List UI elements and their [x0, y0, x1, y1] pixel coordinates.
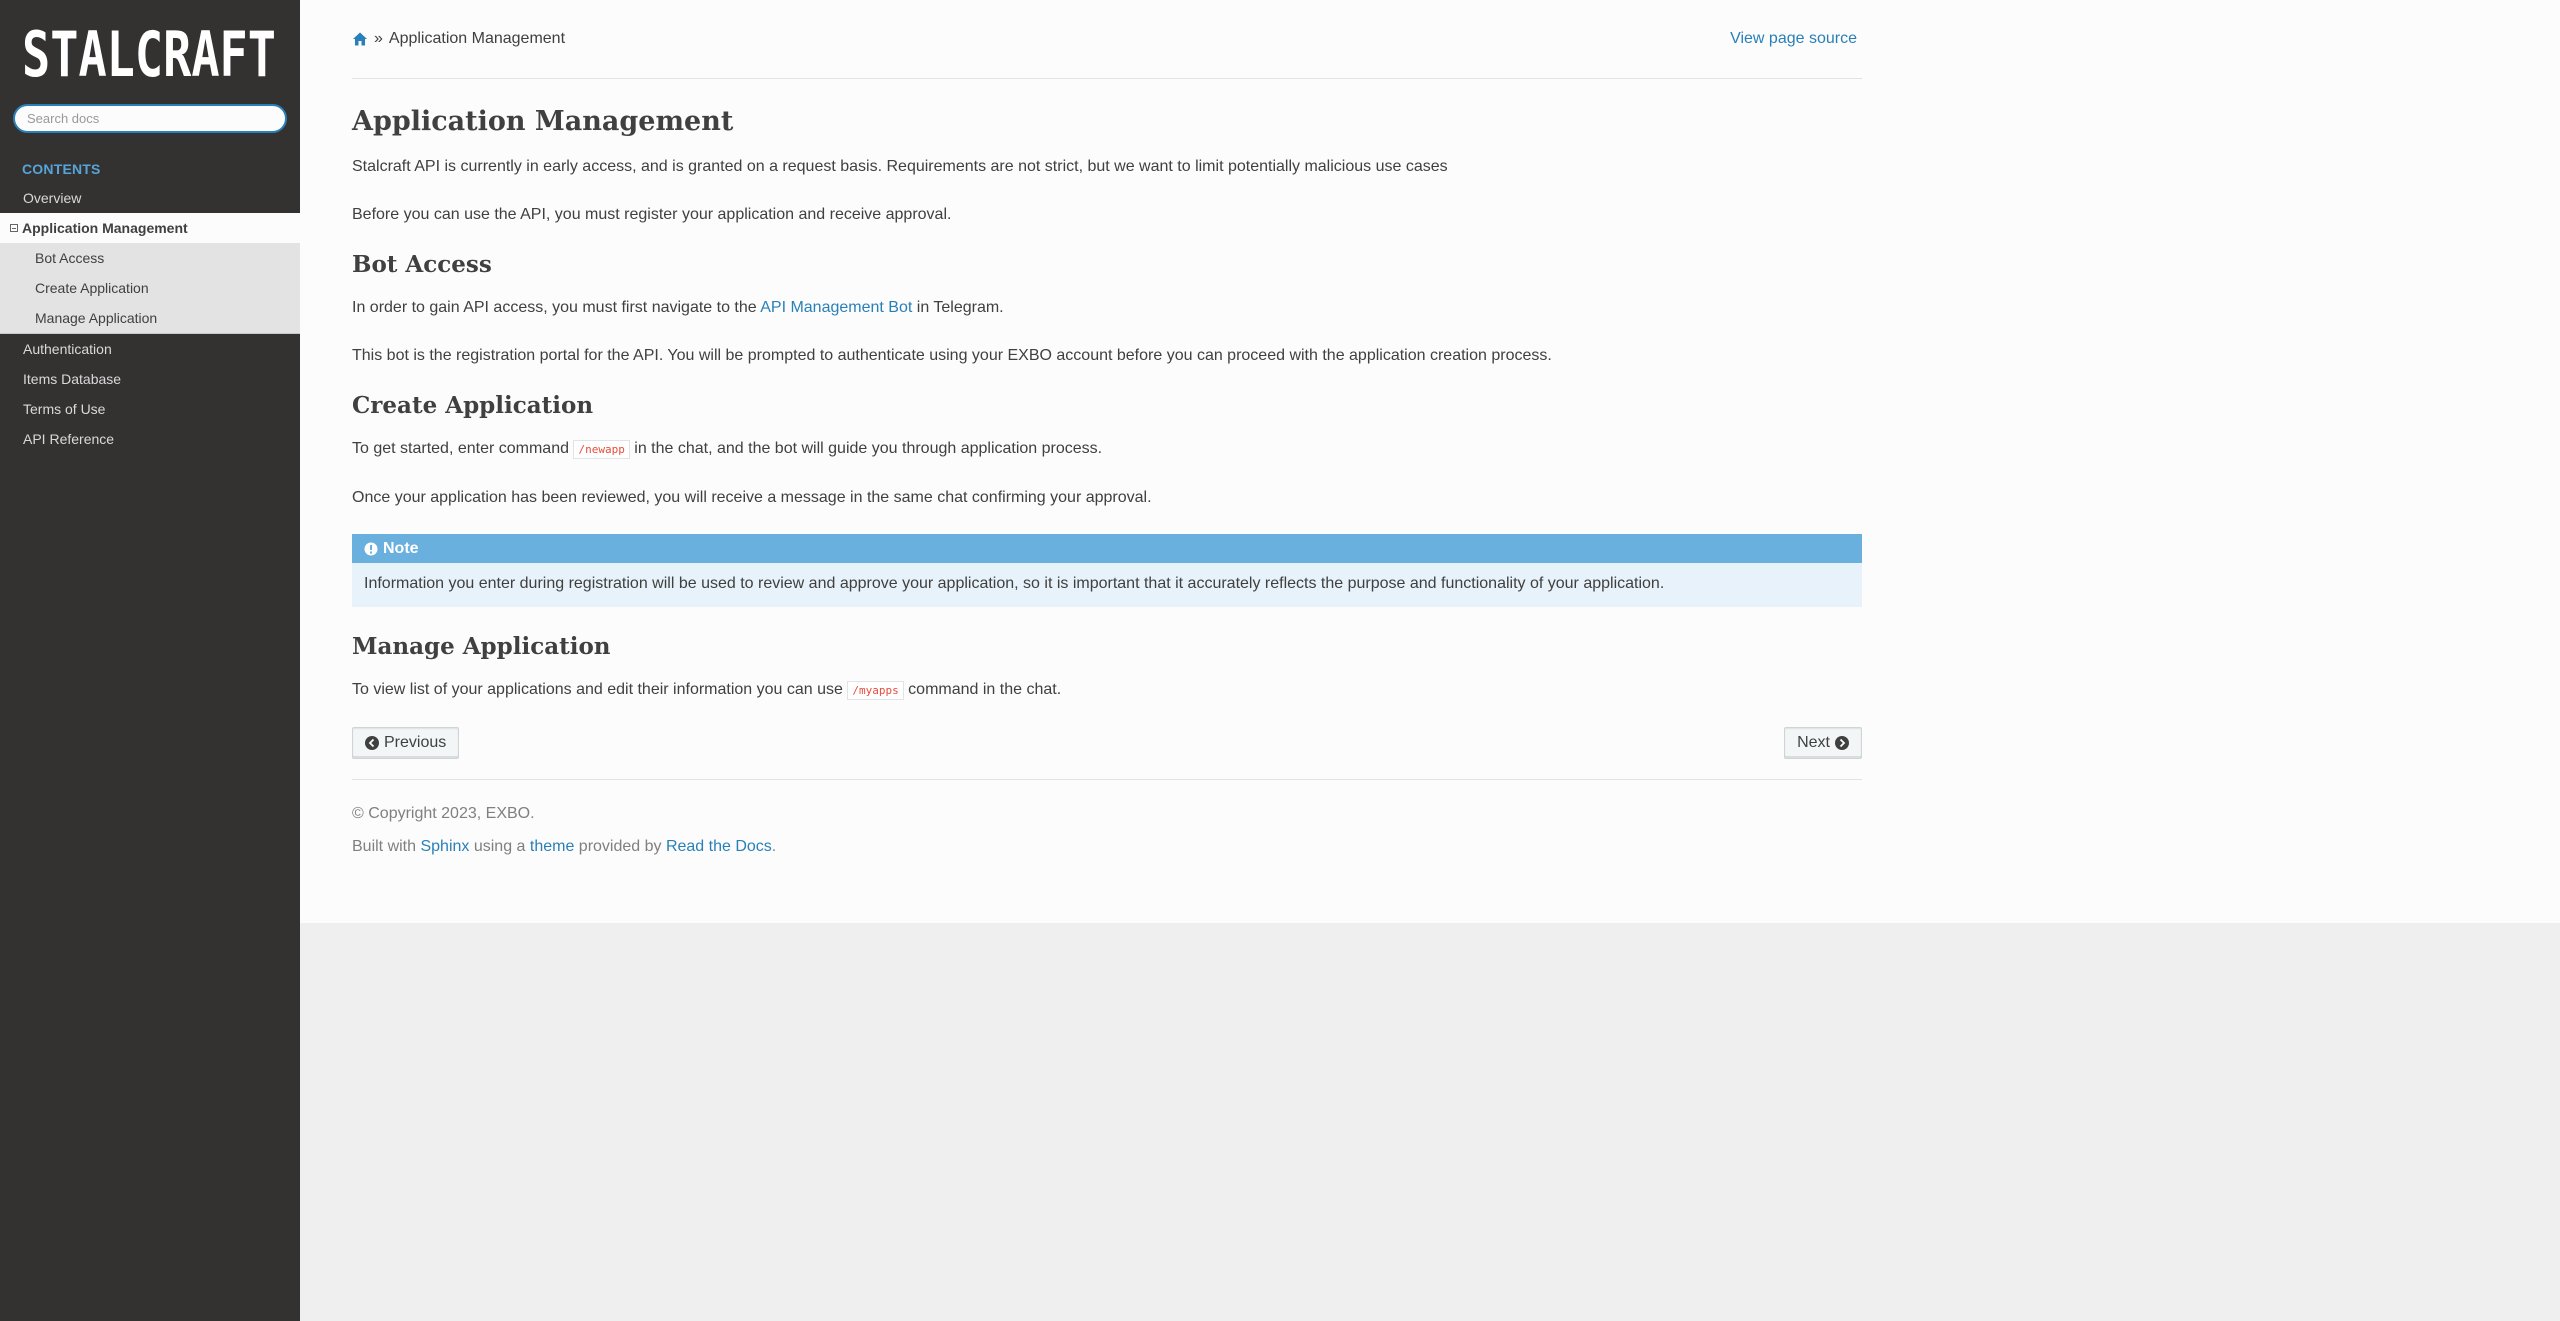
text-span: To get started, enter command — [352, 440, 574, 457]
sidebar-subnav: Bot Access Create Application Manage App… — [0, 243, 300, 334]
newapp-command: /newapp — [573, 440, 630, 459]
sidebar-item-terms-of-use[interactable]: Terms of Use — [0, 394, 300, 424]
read-the-docs-link[interactable]: Read the Docs — [666, 838, 772, 855]
create-application-paragraph-1: To get started, enter command /newapp in… — [352, 437, 1862, 462]
search-box — [0, 104, 300, 133]
sidebar-item-items-database[interactable]: Items Database — [0, 364, 300, 394]
main-area: » Application Management View page sourc… — [300, 0, 2560, 923]
copyright: © Copyright 2023, EXBO. — [352, 805, 535, 822]
text-span: using a — [469, 838, 530, 855]
collapse-icon[interactable] — [10, 224, 18, 232]
pager: Previous Next — [352, 727, 1862, 759]
breadcrumb: » Application Management View page sourc… — [352, 0, 1862, 79]
sidebar-subitem-manage-application[interactable]: Manage Application — [0, 303, 300, 333]
text-span: To view list of your applications and ed… — [352, 681, 848, 698]
sidebar: STALCRAFT CONTENTS Overview Application … — [0, 0, 300, 1321]
sphinx-link[interactable]: Sphinx — [420, 838, 469, 855]
note-body: Information you enter during registratio… — [364, 575, 1665, 592]
arrow-circle-right-icon — [1835, 736, 1849, 750]
text-span: . — [771, 838, 777, 855]
footer-divider — [352, 779, 1862, 780]
text-span: in the chat, and the bot will guide you … — [629, 440, 1103, 457]
create-application-paragraph-2: Once your application has been reviewed,… — [352, 489, 1152, 506]
sidebar-item-application-management[interactable]: Application Management — [0, 213, 300, 243]
svg-text:STALCRAFT: STALCRAFT — [22, 18, 276, 82]
breadcrumb-current: Application Management — [388, 30, 566, 47]
intro-paragraph-1: Stalcraft API is currently in early acce… — [352, 158, 1448, 175]
home-icon[interactable] — [352, 31, 368, 47]
built-with: Built with Sphinx using a theme provided… — [352, 835, 1862, 859]
text-span: in Telegram. — [912, 299, 1004, 316]
sidebar-nav: Overview Application Management Bot Acce… — [0, 183, 300, 454]
note-title-text: Note — [383, 540, 419, 557]
next-button[interactable]: Next — [1784, 727, 1862, 759]
page-title: Application Management — [352, 106, 734, 137]
footer: © Copyright 2023, EXBO. Built with Sphin… — [352, 802, 1862, 859]
text-span: command in the chat. — [903, 681, 1062, 698]
intro-paragraph-2: Before you can use the API, you must reg… — [352, 206, 952, 223]
bot-access-paragraph-2: This bot is the registration portal for … — [352, 347, 1552, 364]
nav-caption: CONTENTS — [22, 161, 101, 177]
sidebar-item-overview[interactable]: Overview — [0, 183, 300, 213]
next-label: Next — [1797, 734, 1830, 751]
bot-access-paragraph-1: In order to gain API access, you must fi… — [352, 296, 1862, 320]
manage-application-paragraph-1: To view list of your applications and ed… — [352, 678, 1862, 703]
search-input[interactable] — [13, 104, 287, 133]
note-title: Note — [352, 534, 1862, 563]
sidebar-item-label: Application Management — [22, 220, 188, 236]
content: » Application Management View page sourc… — [352, 0, 1862, 859]
api-management-bot-link[interactable]: API Management Bot — [760, 299, 912, 316]
note-admonition: Note Information you enter during regist… — [352, 534, 1862, 607]
section-heading-bot-access: Bot Access — [352, 251, 492, 278]
theme-link[interactable]: theme — [530, 838, 574, 855]
sidebar-subitem-create-application[interactable]: Create Application — [0, 273, 300, 303]
arrow-circle-left-icon — [365, 736, 379, 750]
sidebar-item-authentication[interactable]: Authentication — [0, 334, 300, 364]
text-span: In order to gain API access, you must fi… — [352, 299, 761, 316]
sidebar-subitem-bot-access[interactable]: Bot Access — [0, 243, 300, 273]
myapps-command: /myapps — [847, 681, 904, 700]
section-heading-manage-application: Manage Application — [352, 633, 611, 660]
section-heading-create-application: Create Application — [352, 392, 594, 419]
view-page-source-link[interactable]: View page source — [1730, 30, 1857, 48]
text-span: Built with — [352, 838, 421, 855]
sidebar-item-api-reference[interactable]: API Reference — [0, 424, 300, 454]
breadcrumb-separator: » — [374, 30, 383, 47]
stalcraft-logo[interactable]: STALCRAFT — [22, 18, 278, 82]
previous-label: Previous — [384, 734, 447, 751]
previous-button[interactable]: Previous — [352, 727, 460, 759]
info-icon — [364, 542, 378, 555]
text-span: provided by — [574, 838, 666, 855]
